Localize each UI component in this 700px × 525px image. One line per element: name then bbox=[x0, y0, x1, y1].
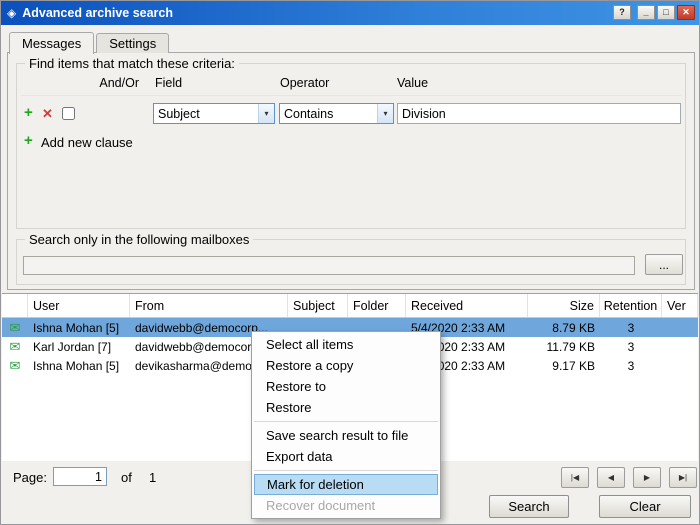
value-input[interactable] bbox=[397, 103, 681, 124]
menu-item-restore[interactable]: Restore bbox=[252, 397, 440, 418]
cell-retention: 3 bbox=[600, 321, 662, 335]
menu-item-restore-to[interactable]: Restore to bbox=[252, 376, 440, 397]
column-header-size[interactable]: Size bbox=[528, 294, 600, 317]
menu-item-recover-document: Recover document bbox=[252, 495, 440, 516]
criteria-groupbox: Find items that match these criteria: An… bbox=[16, 63, 686, 229]
menu-item-export-data[interactable]: Export data bbox=[252, 446, 440, 467]
titlebar[interactable]: ◈ Advanced archive search ? _ □ ✕ bbox=[1, 1, 699, 25]
criteria-header-divider bbox=[21, 95, 681, 96]
results-header-row: User From Subject Folder Received Size R… bbox=[2, 294, 698, 318]
cell-retention: 3 bbox=[600, 359, 662, 373]
app-icon: ◈ bbox=[7, 6, 16, 20]
cell-user: Ishna Mohan [5] bbox=[28, 359, 130, 373]
menu-item-save-search-result-to-file[interactable]: Save search result to file bbox=[252, 425, 440, 446]
close-button[interactable]: ✕ bbox=[677, 5, 695, 20]
page-label: Page: bbox=[13, 470, 47, 485]
column-header-version[interactable]: Ver bbox=[662, 294, 698, 317]
mail-icon: ✉ bbox=[10, 358, 21, 373]
menu-item-restore-a-copy[interactable]: Restore a copy bbox=[252, 355, 440, 376]
maximize-button[interactable]: □ bbox=[657, 5, 675, 20]
column-header-value: Value bbox=[397, 76, 428, 90]
add-clause-icon[interactable]: + bbox=[24, 132, 33, 149]
column-header-field: Field bbox=[155, 76, 182, 90]
mail-icon: ✉ bbox=[10, 339, 21, 354]
field-dropdown-value: Subject bbox=[154, 107, 258, 121]
menu-separator bbox=[254, 421, 438, 422]
column-header-user[interactable]: User bbox=[28, 294, 130, 317]
column-header-received[interactable]: Received bbox=[406, 294, 528, 317]
column-header-subject[interactable]: Subject bbox=[288, 294, 348, 317]
mailboxes-groupbox: Search only in the following mailboxes .… bbox=[16, 239, 686, 285]
minimize-button[interactable]: _ bbox=[637, 5, 655, 20]
clear-button[interactable]: Clear bbox=[599, 495, 691, 518]
cell-retention: 3 bbox=[600, 340, 662, 354]
advanced-archive-search-window: ◈ Advanced archive search ? _ □ ✕ Messag… bbox=[0, 0, 700, 525]
operator-dropdown[interactable]: Contains ▾ bbox=[279, 103, 394, 124]
cell-size: 9.17 KB bbox=[528, 359, 600, 373]
mail-icon: ✉ bbox=[10, 320, 21, 335]
column-header-andor: And/Or bbox=[89, 76, 139, 90]
cell-user: Ishna Mohan [5] bbox=[28, 321, 130, 335]
first-page-button[interactable]: |◀ bbox=[561, 467, 589, 488]
criteria-group-label: Find items that match these criteria: bbox=[25, 56, 239, 71]
column-header-folder[interactable]: Folder bbox=[348, 294, 406, 317]
cell-user: Karl Jordan [7] bbox=[28, 340, 130, 354]
remove-criteria-icon[interactable]: ✕ bbox=[42, 106, 53, 122]
window-title: Advanced archive search bbox=[22, 6, 173, 20]
column-header-operator: Operator bbox=[280, 76, 329, 90]
tab-settings[interactable]: Settings bbox=[96, 33, 169, 53]
context-menu: Select all items Restore a copy Restore … bbox=[251, 331, 441, 519]
search-button[interactable]: Search bbox=[489, 495, 569, 518]
cell-size: 11.79 KB bbox=[528, 340, 600, 354]
page-number-input[interactable] bbox=[53, 467, 107, 486]
menu-item-select-all-items[interactable]: Select all items bbox=[252, 334, 440, 355]
previous-page-button[interactable]: ◀ bbox=[597, 467, 625, 488]
page-total: 1 bbox=[149, 470, 156, 485]
last-page-button[interactable]: ▶| bbox=[669, 467, 697, 488]
operator-dropdown-value: Contains bbox=[280, 107, 377, 121]
next-page-button[interactable]: ▶ bbox=[633, 467, 661, 488]
page-of-label: of bbox=[121, 470, 132, 485]
menu-item-mark-for-deletion[interactable]: Mark for deletion bbox=[254, 474, 438, 495]
menu-separator bbox=[254, 470, 438, 471]
help-button[interactable]: ? bbox=[613, 5, 631, 20]
mailbox-input[interactable] bbox=[23, 256, 635, 275]
add-criteria-icon[interactable]: + bbox=[24, 104, 33, 121]
chevron-down-icon: ▾ bbox=[377, 104, 393, 123]
tab-messages[interactable]: Messages bbox=[9, 32, 94, 54]
field-dropdown[interactable]: Subject ▾ bbox=[153, 103, 275, 124]
window-controls: ? _ □ ✕ bbox=[613, 5, 695, 20]
column-header-from[interactable]: From bbox=[130, 294, 288, 317]
chevron-down-icon: ▾ bbox=[258, 104, 274, 123]
tab-bar: Messages Settings bbox=[9, 31, 171, 53]
mailboxes-group-label: Search only in the following mailboxes bbox=[25, 232, 253, 247]
criteria-checkbox[interactable] bbox=[62, 107, 75, 120]
add-new-clause-link[interactable]: Add new clause bbox=[41, 135, 133, 150]
column-header-icon bbox=[2, 294, 28, 317]
cell-size: 8.79 KB bbox=[528, 321, 600, 335]
column-header-retention[interactable]: Retention bbox=[600, 294, 662, 317]
browse-mailboxes-button[interactable]: ... bbox=[645, 254, 683, 275]
messages-tab-panel: Find items that match these criteria: An… bbox=[7, 52, 695, 290]
